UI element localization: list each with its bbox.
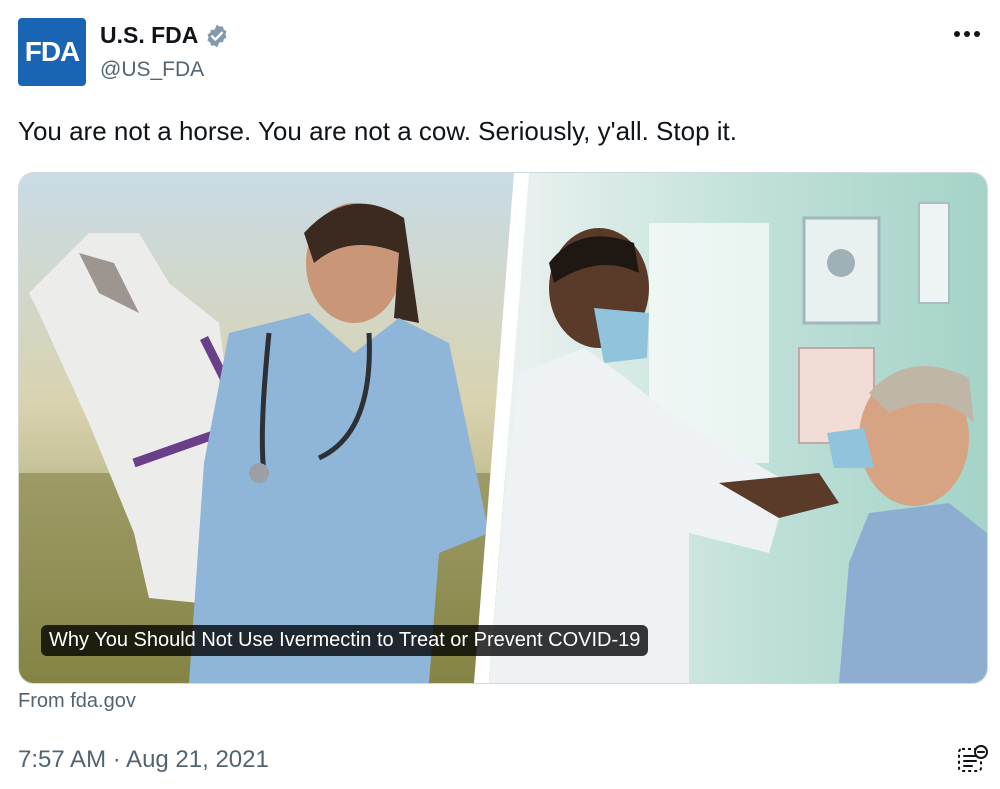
media-caption: Why You Should Not Use Ivermectin to Tre… xyxy=(41,625,649,656)
verified-badge-icon xyxy=(207,24,227,47)
community-note-icon[interactable] xyxy=(956,744,988,776)
avatar-logo-text: FDA xyxy=(24,36,81,67)
user-handle[interactable]: @US_FDA xyxy=(100,58,204,82)
tweet-timestamp[interactable]: 7:57 AM · Aug 21, 2021 xyxy=(18,746,269,774)
display-name[interactable]: U.S. FDA xyxy=(100,22,198,49)
author-name-row: U.S. FDA xyxy=(100,22,230,49)
avatar[interactable]: FDA xyxy=(18,18,86,86)
tweet-text: You are not a horse. You are not a cow. … xyxy=(18,116,737,146)
media-card[interactable]: Why You Should Not Use Ivermectin to Tre… xyxy=(18,172,988,684)
link-source[interactable]: From fda.gov xyxy=(18,690,136,713)
more-options-icon[interactable] xyxy=(950,22,984,46)
media-image xyxy=(19,173,987,683)
